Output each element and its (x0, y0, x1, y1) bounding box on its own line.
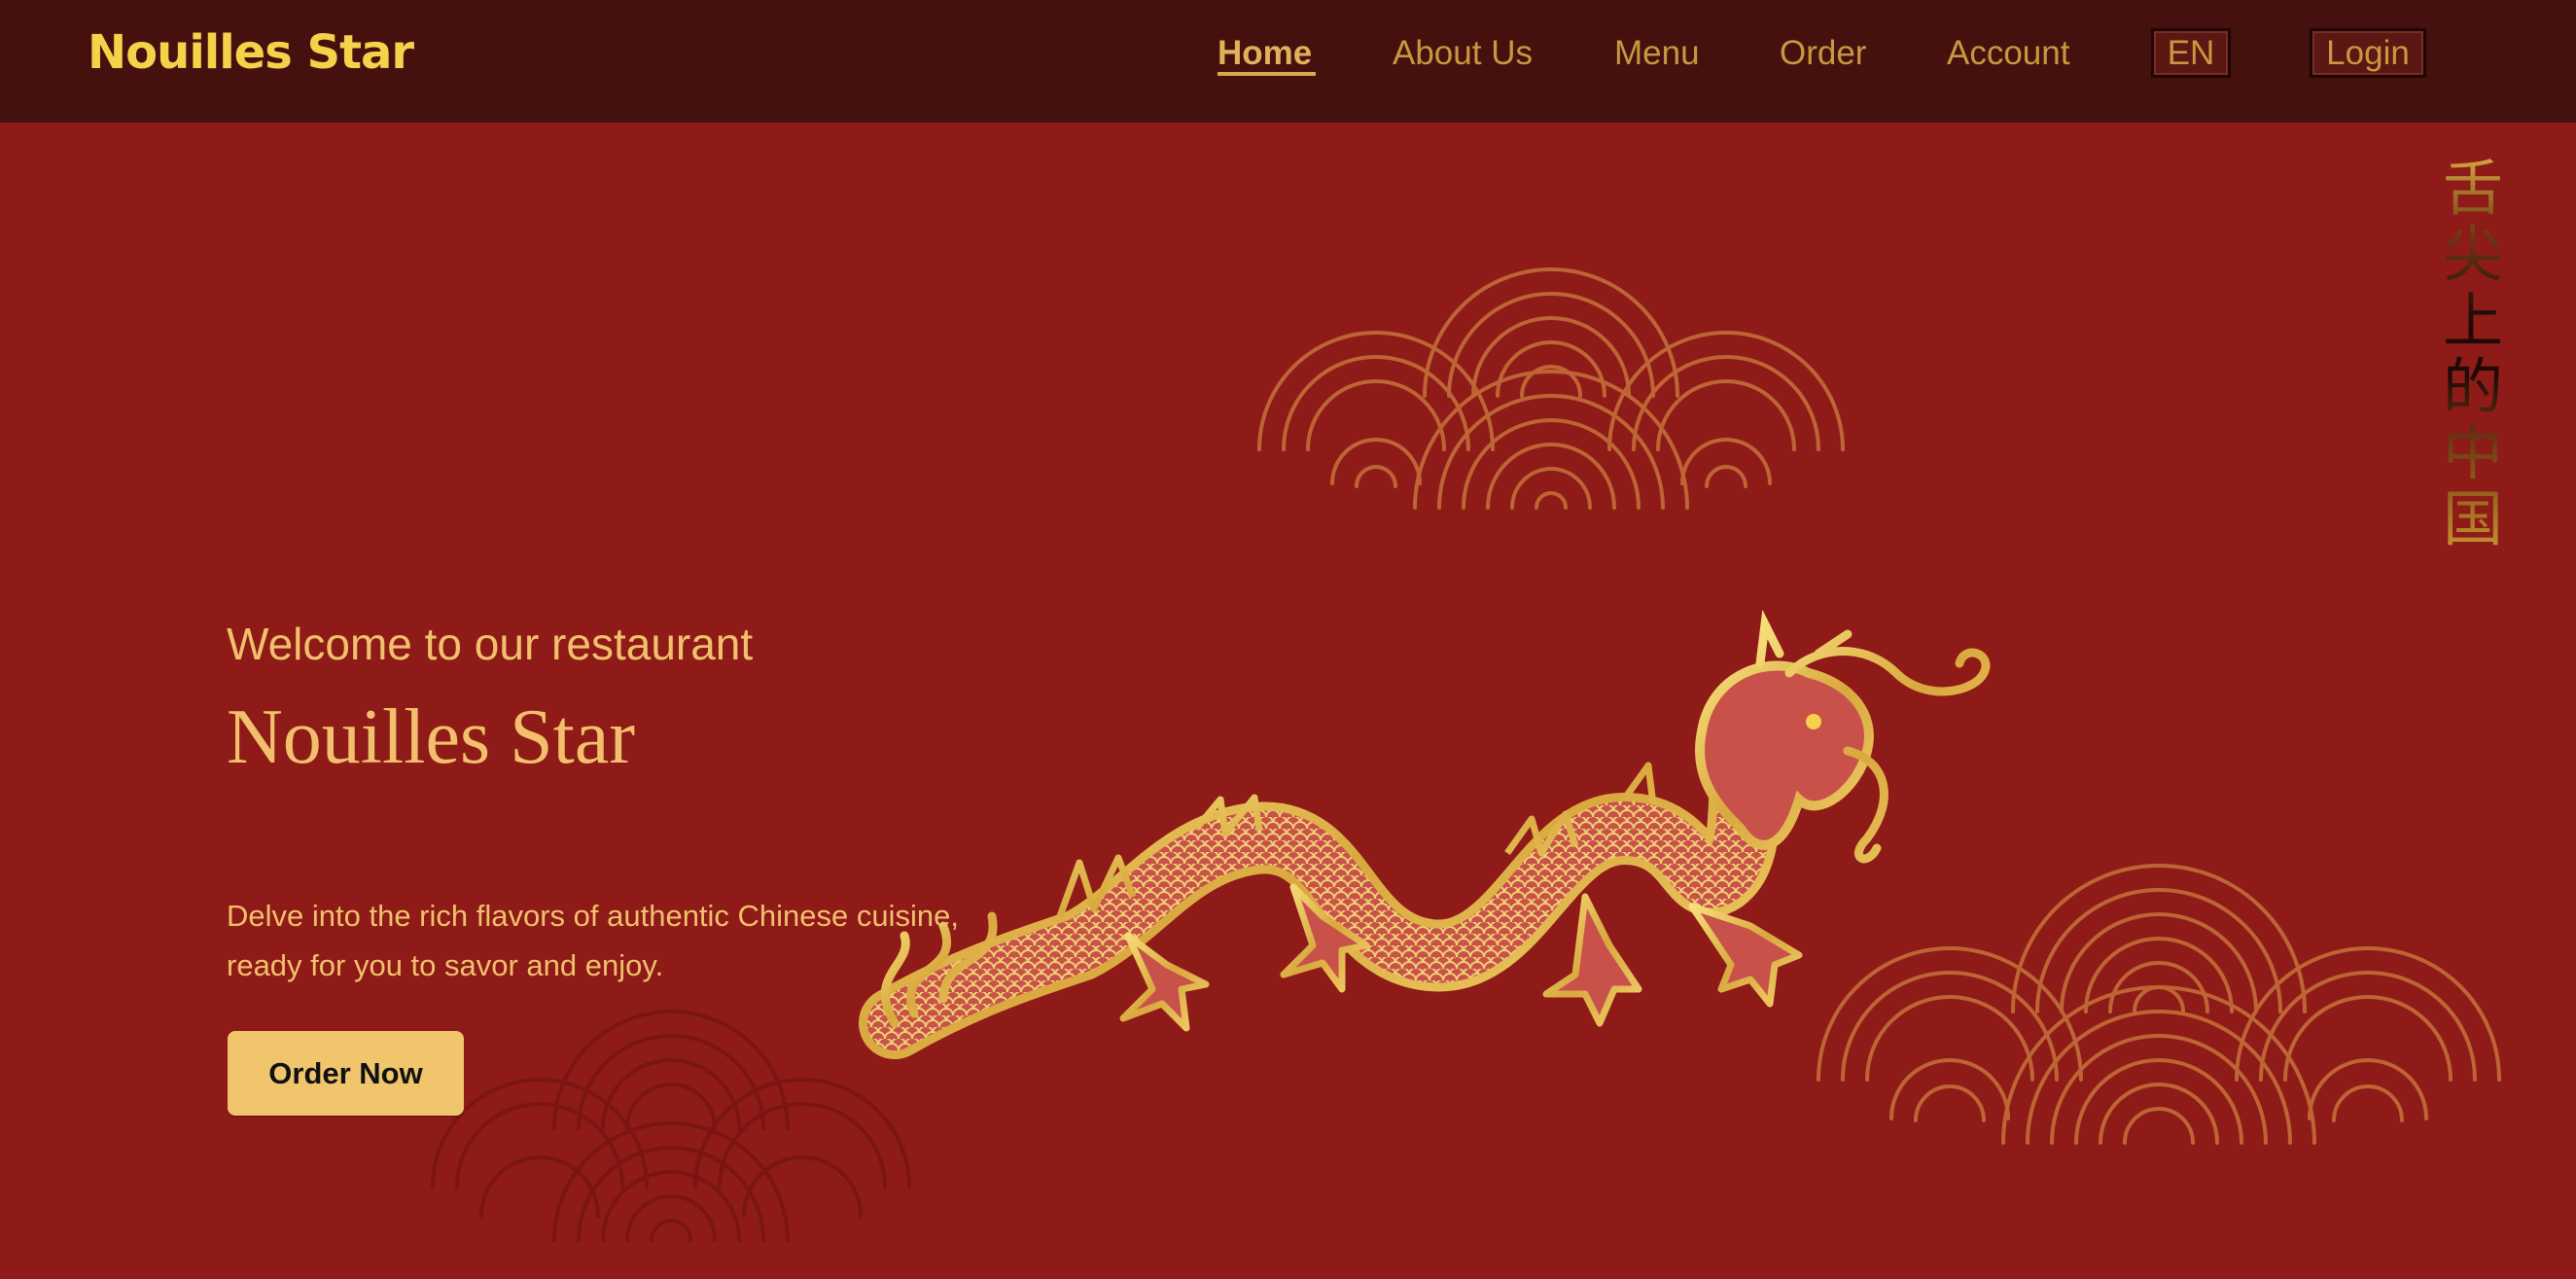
welcome-text: Welcome to our restaurant (227, 619, 754, 669)
top-navbar: Nouilles Star Home About Us Menu Order A… (0, 0, 2576, 123)
cloud-pattern-icon (1257, 267, 1845, 510)
hero-title: Nouilles Star (227, 694, 635, 780)
dragon-icon (859, 609, 1991, 1059)
language-button[interactable]: EN (2151, 28, 2231, 78)
page: Nouilles Star Home About Us Menu Order A… (0, 0, 2576, 1279)
nav-home-underline (1217, 72, 1316, 76)
nav-account[interactable]: Account (1947, 29, 2069, 80)
nav-order[interactable]: Order (1780, 29, 1866, 80)
nav-menu[interactable]: Menu (1614, 29, 1700, 80)
vertical-slogan: 舌尖上的中国 (2439, 156, 2507, 552)
order-now-button[interactable]: Order Now (228, 1031, 464, 1116)
hero-description: Delve into the rich flavors of authentic… (227, 899, 960, 982)
cloud-pattern-icon (431, 1010, 911, 1242)
brand-logo[interactable]: Nouilles Star (88, 23, 414, 82)
nav-about-us[interactable]: About Us (1393, 29, 1533, 80)
login-button[interactable]: Login (2310, 28, 2426, 78)
